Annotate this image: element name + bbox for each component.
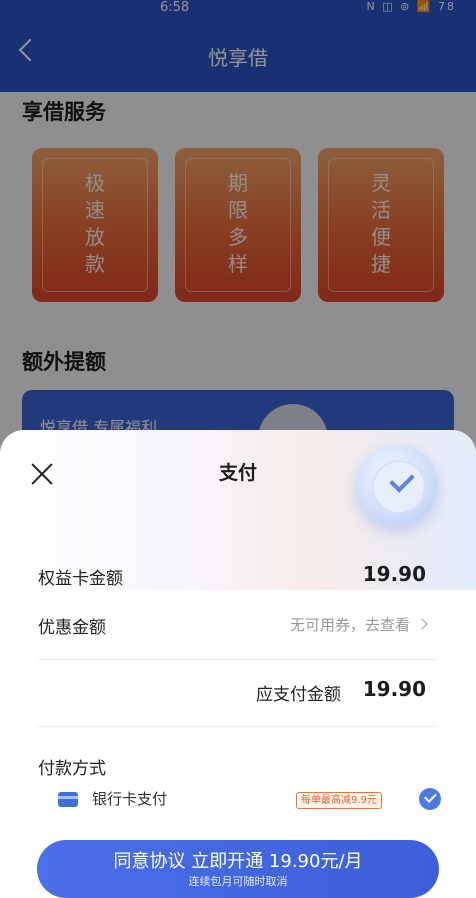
- discount-label: 优惠金额: [38, 618, 106, 638]
- total-value: 19.90: [362, 677, 426, 701]
- checkmark-badge-inner: [372, 460, 426, 514]
- bank-card-icon: [58, 792, 78, 807]
- promo-tag: 每单最高减9.9元: [296, 792, 382, 809]
- payment-method-title: 付款方式: [38, 759, 106, 779]
- cta-sub-text: 连续包月可随时取消: [188, 875, 288, 888]
- coupon-status-text: 无可用券，去查看: [289, 616, 410, 634]
- chevron-right-icon: [416, 618, 428, 630]
- bank-card-option-label[interactable]: 银行卡支付: [92, 788, 167, 809]
- card-amount-label: 权益卡金额: [38, 569, 123, 589]
- checkmark-badge-icon: [356, 444, 438, 526]
- card-amount-value: 19.90: [362, 562, 426, 586]
- total-label: 应支付金额: [256, 685, 341, 705]
- divider: [38, 659, 438, 660]
- cta-main-text: 同意协议 立即开通 19.90元/月: [113, 851, 363, 872]
- view-coupons-link[interactable]: 无可用券，去查看: [289, 614, 428, 635]
- payment-sheet: 支付 权益卡金额 19.90 优惠金额 无可用券，去查看 应支付金额 19.90…: [0, 430, 476, 898]
- checkmark-icon: [389, 467, 415, 493]
- agree-and-activate-button[interactable]: 同意协议 立即开通 19.90元/月 连续包月可随时取消: [37, 840, 439, 898]
- divider: [38, 726, 438, 727]
- selected-check-icon[interactable]: [419, 788, 441, 810]
